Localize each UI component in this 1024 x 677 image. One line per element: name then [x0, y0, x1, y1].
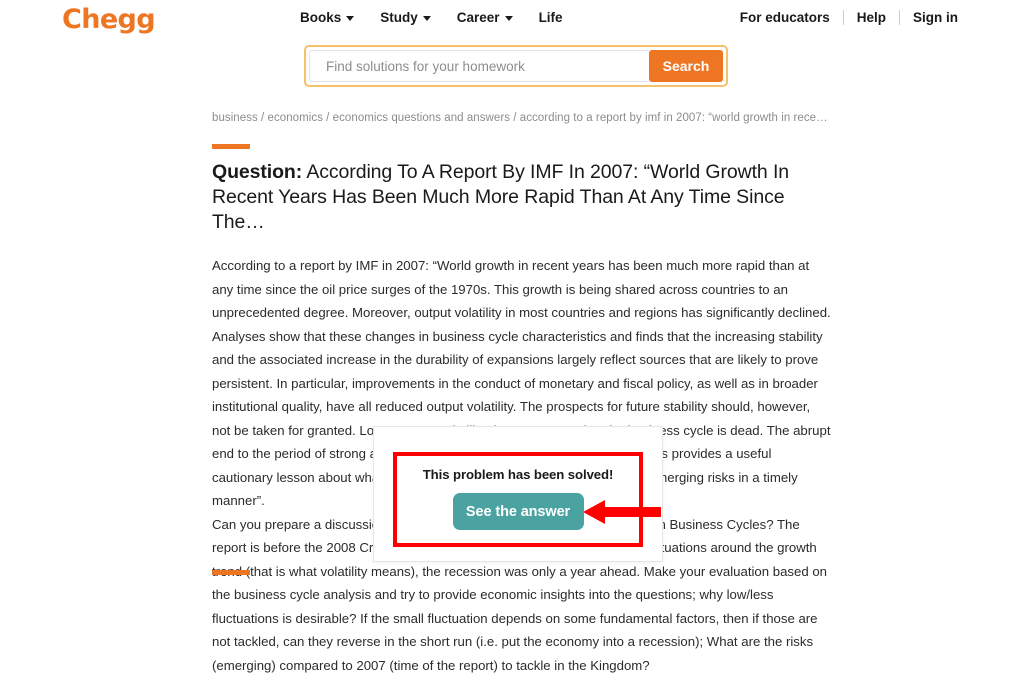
title-accent-rule — [212, 144, 250, 149]
site-header: Chegg Books Study Career Life For educat… — [0, 0, 1024, 96]
nav-item-study[interactable]: Study — [380, 10, 431, 25]
secondary-navigation: For educators Help Sign in — [740, 10, 958, 25]
search-button[interactable]: Search — [649, 50, 723, 82]
chevron-down-icon — [505, 16, 513, 21]
see-the-answer-button[interactable]: See the answer — [453, 493, 584, 530]
chevron-down-icon — [423, 16, 431, 21]
nav-divider — [899, 10, 900, 25]
primary-navigation: Books Study Career Life — [300, 10, 563, 25]
search-bar: Search — [304, 45, 728, 87]
solved-modal-headline: This problem has been solved! — [423, 467, 614, 482]
search-input[interactable] — [324, 58, 649, 75]
nav-item-career[interactable]: Career — [457, 10, 513, 25]
nav-item-study-label: Study — [380, 10, 418, 25]
page-title: Question: According To A Report By IMF I… — [212, 160, 832, 235]
search-input-container — [309, 50, 649, 82]
question-label: Question: — [212, 161, 302, 183]
nav-item-for-educators[interactable]: For educators — [740, 10, 830, 25]
question-content: business / economics / economics questio… — [212, 112, 832, 677]
nav-item-help[interactable]: Help — [857, 10, 886, 25]
nav-item-books-label: Books — [300, 10, 341, 25]
nav-item-career-label: Career — [457, 10, 500, 25]
nav-item-sign-in[interactable]: Sign in — [913, 10, 958, 25]
nav-divider — [843, 10, 844, 25]
nav-item-life-label: Life — [539, 10, 563, 25]
breadcrumb[interactable]: business / economics / economics questio… — [212, 112, 832, 124]
pointer-arrow-icon — [583, 498, 661, 526]
chevron-down-icon — [346, 16, 354, 21]
nav-item-books[interactable]: Books — [300, 10, 354, 25]
nav-item-life[interactable]: Life — [539, 10, 563, 25]
chegg-logo[interactable]: Chegg — [62, 4, 155, 35]
footer-accent-rule — [212, 570, 250, 575]
